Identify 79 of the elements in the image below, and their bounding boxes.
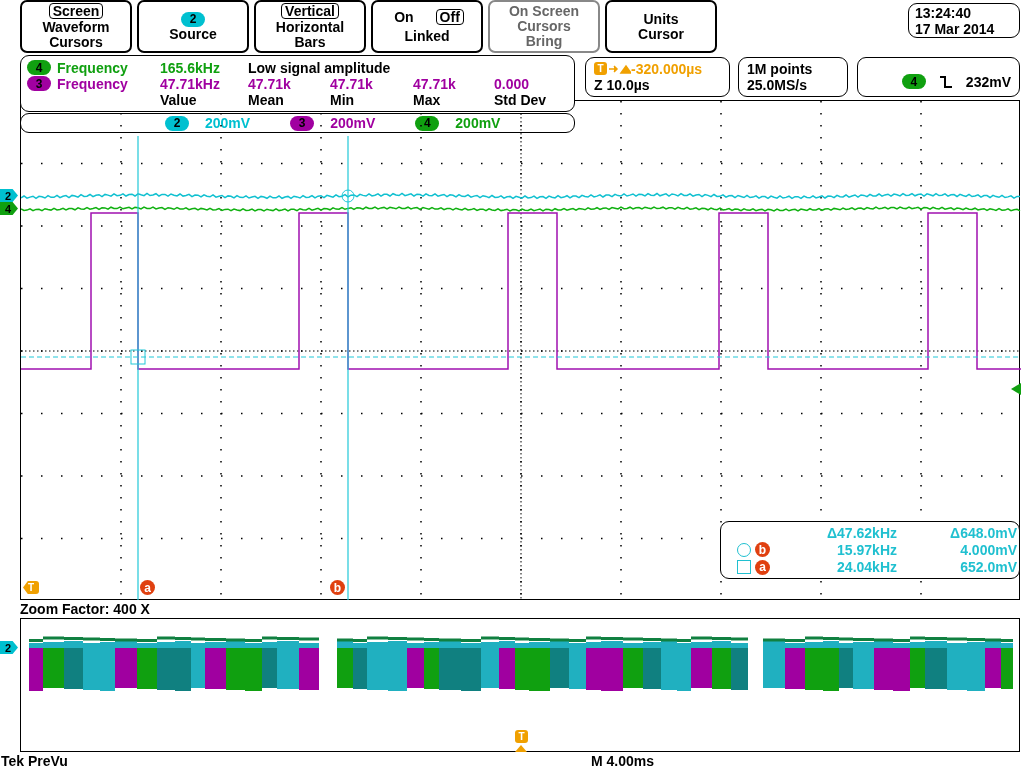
channel-marker: 4	[0, 202, 18, 215]
menu-button[interactable]: On Off Linked	[371, 0, 483, 53]
column-header: Max	[413, 91, 442, 108]
scale-value: 200mV	[205, 115, 251, 131]
measurement-note: Low signal amplitude	[248, 59, 392, 76]
cursor-marker[interactable]: b	[330, 580, 345, 595]
menu-button[interactable]: Screen Waveform Cursors	[20, 0, 132, 53]
trigger-position-icon	[515, 745, 527, 752]
timebase-readout: M 4.00ms	[591, 752, 655, 768]
cursor-marker[interactable]: a	[140, 580, 155, 595]
column-header: Mean	[248, 91, 285, 108]
delta-voltage: Δ648.0mV	[949, 524, 1017, 541]
frequency-value: 15.97kHz	[836, 542, 897, 558]
button-label: Linked	[404, 29, 450, 44]
trigger-marker: T	[23, 581, 39, 594]
cursor-line[interactable]	[347, 135, 349, 601]
option-label[interactable]: Vertical	[281, 3, 339, 19]
column-header: Std Dev	[494, 91, 548, 108]
measurement-value: 0.000	[494, 75, 531, 92]
trigger-marker: T	[594, 62, 607, 75]
time-text: 13:24:40	[915, 4, 973, 21]
trigger-marker: T	[515, 730, 528, 743]
channel-badge: 4	[901, 74, 926, 89]
channel-marker: 2	[0, 189, 18, 202]
button-label: Cursor	[638, 26, 684, 42]
arrow-icon	[609, 63, 631, 74]
column-header: Value	[160, 91, 198, 108]
channel-marker: 2	[0, 641, 18, 654]
menu-button[interactable]: Vertical Horizontal Bars	[254, 0, 366, 53]
scope-title: Tek PreVu	[0, 752, 69, 768]
scale-value: 200mV	[330, 115, 376, 131]
falling-edge-icon	[939, 75, 952, 88]
cursor-circle-marker	[341, 189, 355, 203]
button-label: Bars	[294, 35, 326, 50]
voltage-value: 652.0mV	[959, 559, 1017, 576]
cursor-line[interactable]	[137, 135, 139, 601]
button-label: Cursors	[49, 35, 103, 50]
option-label[interactable]: On	[390, 9, 418, 25]
option-label[interactable]: Waveform	[38, 19, 114, 35]
zoom-scale: Z 10.0µs	[594, 76, 650, 93]
measurement-value: 47.71kHz	[160, 75, 221, 92]
cursor-square-marker	[130, 349, 146, 365]
channel-badge: 2	[165, 115, 189, 131]
measurement-name: Frequency	[57, 59, 129, 76]
measurement-value: 47.71k	[248, 75, 291, 92]
measurement-value: 165.6kHz	[160, 59, 221, 76]
measurement-value: 47.71k	[330, 75, 373, 92]
channel-badge: 3	[27, 76, 51, 91]
menu-button[interactable]: Units Cursor	[605, 0, 717, 53]
voltage-value: 4.000mV	[959, 542, 1017, 558]
button-label: Cursors	[517, 19, 571, 34]
channel-badge: 4	[415, 115, 440, 131]
button-label: Bring	[525, 34, 563, 49]
delta-frequency: Δ47.62kHz	[826, 524, 897, 541]
trigger-level: 232mV	[965, 73, 1011, 90]
channel-badge: 3	[290, 115, 315, 131]
option-label[interactable]: Screen	[48, 3, 104, 19]
sample-rate: 25.0MS/s	[747, 76, 807, 93]
date-text: 17 Mar 2014	[915, 20, 996, 37]
menu-button[interactable]: 2 Source	[137, 0, 249, 53]
button-label: On Screen	[509, 4, 579, 19]
zoom-factor-label: Zoom Factor: 400 X	[20, 601, 150, 617]
button-label: Source	[169, 26, 217, 42]
column-header: Min	[330, 91, 356, 108]
channel-badge: 4	[27, 60, 51, 75]
trigger-delay: -320.000µs	[631, 60, 703, 77]
option-label[interactable]: Off	[435, 9, 464, 25]
cursor-label: b	[755, 542, 770, 558]
button-label: Units	[643, 11, 679, 27]
measurement-name: Frequency	[57, 75, 129, 92]
option-label[interactable]: Horizontal	[271, 19, 349, 35]
scale-value: 200mV	[455, 115, 501, 131]
square-icon	[737, 560, 751, 575]
frequency-value: 24.04kHz	[836, 559, 897, 576]
cursor-label: a	[755, 559, 770, 575]
channel-badge: 2	[181, 11, 205, 27]
measurement-value: 47.71k	[413, 75, 457, 92]
record-length: 1M points	[747, 60, 814, 77]
trigger-level-icon	[1011, 383, 1021, 395]
